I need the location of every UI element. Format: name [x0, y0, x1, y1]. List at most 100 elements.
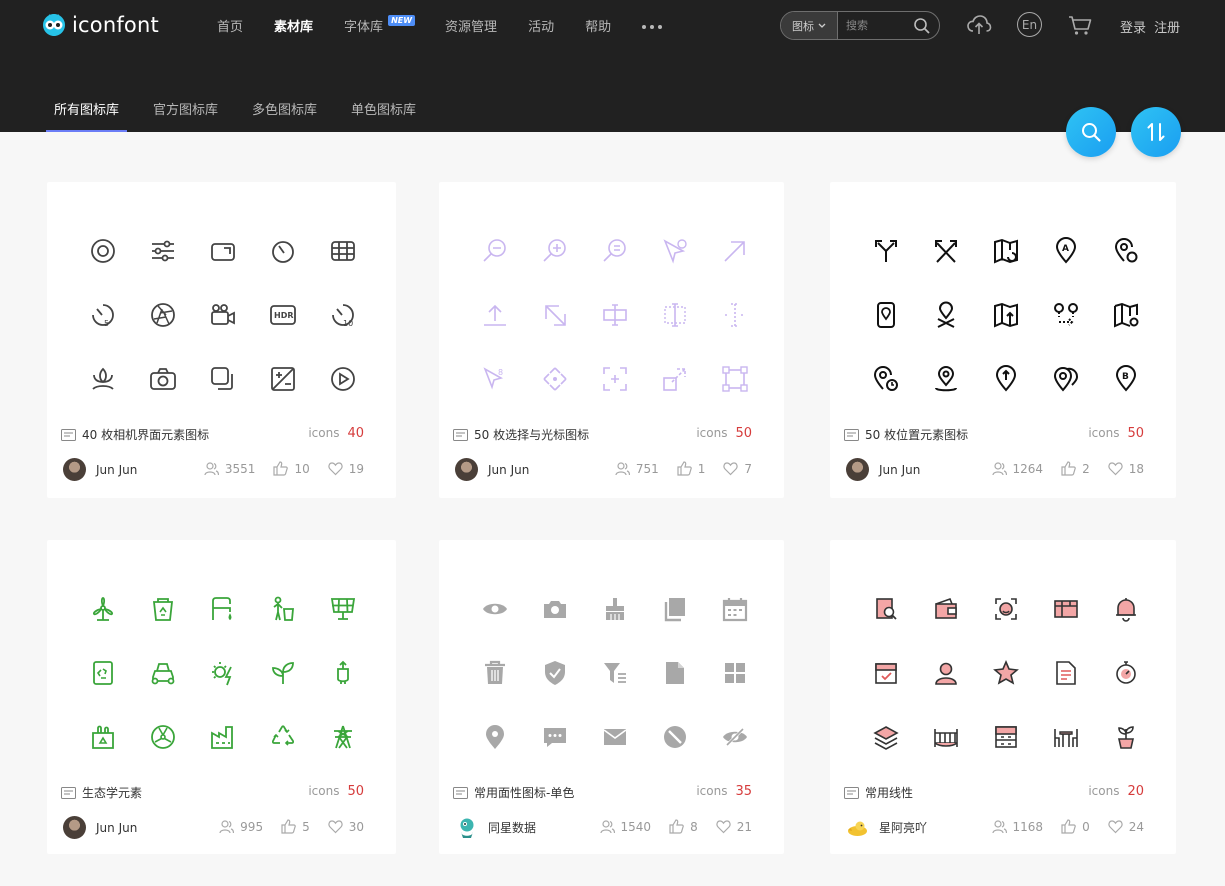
icon-library-card[interactable]: 常用面性图标-单色 icons 35 同星数据 1540 8 21: [439, 540, 784, 854]
icon-library-card[interactable]: 生态学元素 icons 50 Jun Jun 995 5 30: [47, 540, 396, 854]
count-label: icons: [308, 426, 340, 440]
favs-stat[interactable]: 30: [328, 819, 364, 834]
favs-stat[interactable]: 19: [328, 461, 364, 476]
card-title[interactable]: 50 枚选择与光标图标: [453, 426, 589, 443]
author-name: 同星数据: [488, 821, 537, 835]
author-name: Jun Jun: [96, 462, 138, 477]
nav-font-library[interactable]: 字体库 NEW: [344, 15, 416, 35]
tab-multicolor-libraries[interactable]: 多色图标库: [252, 99, 317, 118]
layers-icon: [873, 726, 899, 750]
author[interactable]: Jun Jun: [846, 458, 920, 481]
recycle-card-icon: [93, 661, 113, 685]
icon-library-card[interactable]: 5 HDR 10 40 枚相机界面元素图标 icons 40 Jun Jun 35…: [47, 182, 396, 498]
sun-energy-icon: [212, 662, 232, 686]
star-icon: [993, 659, 1019, 685]
document-icon: [1056, 661, 1076, 685]
search-icon[interactable]: [913, 17, 931, 35]
chat-icon: [544, 728, 566, 747]
author[interactable]: 星阿亮吖: [846, 816, 927, 839]
icon-library-card[interactable]: 常用线性 icons 20 星阿亮吖 1168 0 24: [830, 540, 1176, 854]
cart-icon[interactable]: [1067, 12, 1093, 38]
more-icon[interactable]: [642, 24, 663, 29]
nav-help[interactable]: 帮助: [585, 16, 611, 35]
location-pin-icon: [486, 725, 504, 749]
icon-count: icons 35: [696, 784, 752, 799]
arrow-up-right-icon: [724, 241, 745, 262]
file-icon: [666, 662, 684, 684]
card-title[interactable]: 50 枚位置元素图标: [844, 426, 968, 443]
icon-count: icons 50: [696, 426, 752, 441]
shield-check-icon: [545, 661, 565, 685]
favs-stat[interactable]: 7: [723, 461, 752, 476]
author[interactable]: 同星数据: [455, 816, 536, 839]
card-title-text: 40 枚相机界面元素图标: [82, 428, 210, 442]
timer-5s-icon: 5: [92, 304, 114, 328]
login-link[interactable]: 登录: [1120, 21, 1146, 36]
register-link[interactable]: 注册: [1154, 21, 1180, 36]
likes-count: 0: [1082, 819, 1090, 834]
logo-icon: [43, 14, 65, 36]
language-button[interactable]: En: [1017, 12, 1042, 37]
icon-library-card[interactable]: 8 50 枚选择与光标图标 icons 50 Jun Jun 751 1 7: [439, 182, 784, 498]
card-title-text: 生态学元素: [82, 786, 143, 800]
nav-material-library[interactable]: 素材库: [274, 16, 313, 35]
card-title[interactable]: 生态学元素: [61, 784, 142, 801]
icon-library-card[interactable]: A B 50 枚位置元素图标 icons 50 Jun Jun 1264 2 18: [830, 182, 1176, 498]
likes-stat[interactable]: 2: [1061, 461, 1090, 476]
tab-official-libraries[interactable]: 官方图标库: [153, 99, 218, 118]
pin-a-icon: A: [1055, 237, 1077, 264]
search-scope-select[interactable]: 图标: [781, 12, 838, 39]
upload-line-icon: [484, 304, 506, 326]
favs-stat[interactable]: 21: [716, 819, 752, 834]
new-badge: NEW: [388, 15, 416, 26]
sort-fab-button[interactable]: [1131, 107, 1181, 157]
hdr-icon: HDR: [270, 305, 296, 325]
play-circle-icon: [331, 367, 355, 391]
eye-off-icon: [723, 727, 747, 747]
views-stat: 1168: [991, 819, 1043, 834]
tab-monochrome-libraries[interactable]: 单色图标库: [351, 99, 416, 118]
tab-all-libraries[interactable]: 所有图标库: [45, 99, 128, 132]
chevron-down-icon: [818, 23, 826, 28]
favs-count: 21: [736, 819, 752, 834]
library-icon: [453, 786, 468, 799]
wind-turbine-icon: [92, 597, 114, 621]
doc-search-icon: [876, 598, 897, 620]
icon-preview-grid: [465, 577, 765, 749]
pin-base-icon: [935, 366, 957, 392]
multi-pin-icon: [1053, 367, 1078, 392]
search-fab-button[interactable]: [1066, 107, 1116, 157]
likes-stat[interactable]: 0: [1061, 819, 1090, 834]
favs-stat[interactable]: 18: [1108, 461, 1144, 476]
likes-stat[interactable]: 10: [273, 461, 310, 476]
eco-car-icon: [151, 663, 175, 685]
card-title[interactable]: 常用面性图标-单色: [453, 784, 574, 801]
card-title[interactable]: 40 枚相机界面元素图标: [61, 426, 209, 443]
logo[interactable]: iconfont: [40, 10, 159, 40]
likes-stat[interactable]: 1: [677, 461, 705, 476]
nav-home[interactable]: 首页: [217, 16, 243, 35]
copy-icon: [664, 598, 685, 622]
nav-resource-management[interactable]: 资源管理: [445, 16, 497, 35]
author-name: Jun Jun: [879, 462, 921, 477]
author[interactable]: Jun Jun: [63, 816, 137, 839]
author[interactable]: Jun Jun: [455, 458, 529, 481]
arrow-up-left-icon: [545, 305, 566, 326]
move-icon: [543, 367, 567, 391]
likes-stat[interactable]: 5: [281, 819, 310, 834]
author[interactable]: Jun Jun: [63, 458, 137, 481]
nav-activity[interactable]: 活动: [528, 16, 554, 35]
favs-stat[interactable]: 24: [1108, 819, 1144, 834]
views-count: 3551: [224, 461, 256, 476]
library-tabs: 所有图标库 官方图标库 多色图标库 单色图标库: [45, 99, 450, 132]
search-input[interactable]: [846, 19, 916, 32]
sliders-icon: [152, 240, 174, 262]
count-value: 50: [1127, 426, 1144, 441]
upload-cloud-icon[interactable]: [966, 12, 992, 38]
card-title[interactable]: 常用线性: [844, 784, 913, 801]
likes-stat[interactable]: 8: [669, 819, 698, 834]
map-settings-icon: [1114, 302, 1139, 328]
radiation-icon: [151, 725, 175, 749]
likes-count: 5: [302, 819, 310, 834]
aspect-ratio-icon: [211, 243, 235, 261]
